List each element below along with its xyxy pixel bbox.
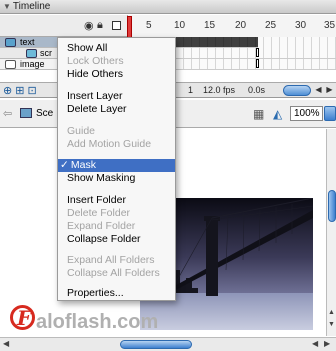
- keyframe[interactable]: [256, 48, 259, 57]
- aloflash-logo: F: [10, 305, 35, 330]
- scene-label[interactable]: Sce: [36, 108, 53, 119]
- vertical-scrollbar[interactable]: ▲ ▼: [326, 129, 336, 336]
- menu-item-lock-others[interactable]: Lock Others: [58, 55, 175, 68]
- ruler-number: 15: [204, 20, 216, 31]
- scroll-up-icon[interactable]: ▲: [328, 309, 335, 316]
- masked-layer-icon: [26, 49, 37, 58]
- scroll-right-icon[interactable]: ▶: [324, 339, 330, 348]
- scroll-down-icon[interactable]: ▼: [328, 321, 335, 328]
- layer-icon: [5, 60, 16, 69]
- layer-name: scr: [40, 48, 52, 58]
- playhead[interactable]: [127, 16, 132, 38]
- menu-item-hide-others[interactable]: Hide Others: [58, 68, 175, 81]
- menu-item-show-all[interactable]: Show All: [58, 42, 175, 55]
- menu-item-mask[interactable]: ✓ Mask: [58, 159, 175, 172]
- frame-rate: 12.0 fps: [203, 85, 236, 95]
- timeline-title: Timeline: [12, 1, 51, 12]
- collapse-triangle-icon[interactable]: ▼: [3, 2, 11, 11]
- watermark-text: aloflash.com: [36, 311, 159, 333]
- ruler-number: 25: [265, 20, 277, 31]
- ruler-number: 35: [324, 20, 336, 31]
- ruler-number: 20: [235, 20, 247, 31]
- keyframe[interactable]: [256, 59, 259, 68]
- menu-item-expand-folder[interactable]: Expand Folder: [58, 220, 175, 233]
- lock-icon[interactable]: 🔒︎: [97, 19, 107, 32]
- scene-icon: [20, 108, 32, 118]
- outline-icon[interactable]: [112, 21, 121, 30]
- layer-context-menu: Show All Lock Others Hide Others Insert …: [57, 37, 176, 301]
- timeline-scroll-thumb[interactable]: [283, 85, 311, 96]
- menu-item-delete-folder[interactable]: Delete Folder: [58, 207, 175, 220]
- ruler-number: 10: [174, 20, 186, 31]
- menu-item-expand-all-folders[interactable]: Expand All Folders: [58, 254, 175, 267]
- menu-item-properties[interactable]: Properties...: [58, 287, 175, 300]
- layer-buttons-icon[interactable]: ⊕ ⊞ ⊡: [3, 84, 37, 97]
- eye-icon[interactable]: ◉: [84, 19, 98, 32]
- menu-item-add-motion-guide[interactable]: Add Motion Guide: [58, 138, 175, 151]
- frame-ruler[interactable]: 5 10 15 20 25 30 35: [127, 15, 336, 37]
- menu-item-show-masking[interactable]: Show Masking: [58, 172, 175, 185]
- ruler-number: 5: [146, 20, 152, 31]
- zoom-dropdown-button[interactable]: [324, 106, 336, 121]
- menu-item-guide[interactable]: Guide: [58, 125, 175, 138]
- current-frame: 1: [188, 85, 194, 95]
- menu-item-collapse-all-folders[interactable]: Collapse All Folders: [58, 267, 175, 280]
- mask-icon: [5, 38, 16, 47]
- menu-item-mask-label: Mask: [70, 159, 97, 171]
- elapsed-time: 0.0s: [248, 85, 266, 95]
- scroll-left-icon[interactable]: ◀: [312, 339, 318, 348]
- scroll-right-icon[interactable]: ▶: [324, 84, 335, 96]
- checkmark-icon: ✓: [60, 159, 69, 171]
- scroll-left-icon[interactable]: ◀: [313, 84, 324, 96]
- back-arrow-icon[interactable]: ⇦: [3, 107, 12, 120]
- edit-scene-icon[interactable]: ▦: [253, 107, 264, 121]
- menu-item-delete-layer[interactable]: Delete Layer: [58, 103, 175, 116]
- layer-name: image: [20, 59, 45, 69]
- edit-symbol-icon[interactable]: ◭: [273, 107, 282, 121]
- scroll-left-icon[interactable]: ◀: [3, 339, 9, 348]
- menu-item-collapse-folder[interactable]: Collapse Folder: [58, 233, 175, 246]
- vertical-scroll-thumb[interactable]: [328, 190, 336, 222]
- horizontal-scrollbar[interactable]: ◀ ◀ ▶: [0, 337, 336, 351]
- logo-letter: F: [17, 306, 32, 330]
- zoom-field[interactable]: 100%: [290, 106, 323, 121]
- menu-item-insert-folder[interactable]: Insert Folder: [58, 194, 175, 207]
- timeline-title-bar[interactable]: ▼ Timeline: [0, 0, 336, 14]
- menu-item-insert-layer[interactable]: Insert Layer: [58, 90, 175, 103]
- ruler-number: 30: [295, 20, 307, 31]
- layer-name: text: [20, 37, 35, 47]
- horizontal-scroll-thumb[interactable]: [120, 340, 192, 349]
